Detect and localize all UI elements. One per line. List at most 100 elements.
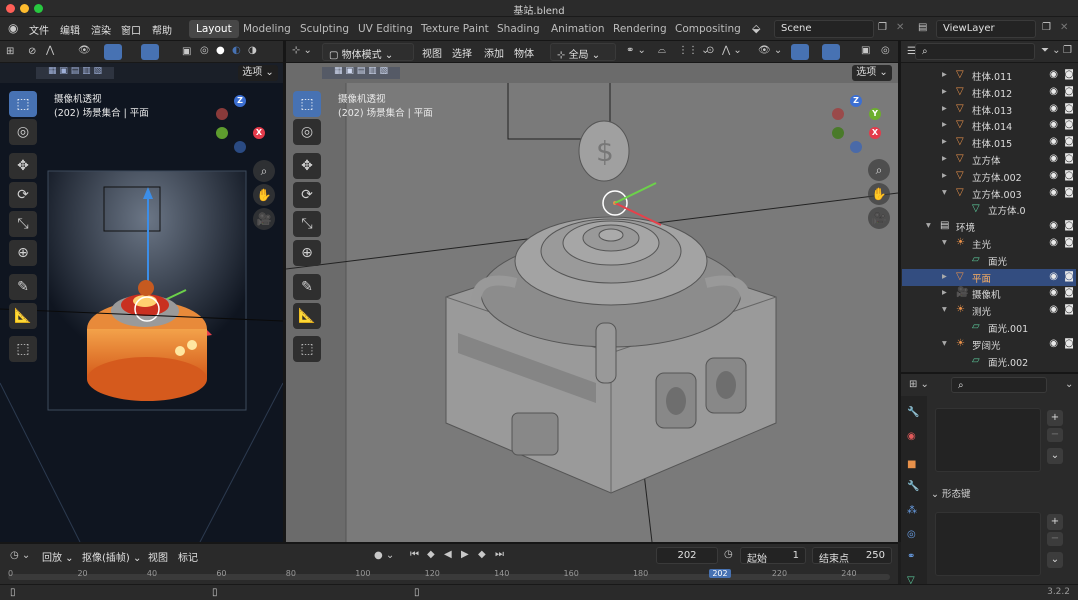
tab-animation[interactable]: Animation <box>544 20 612 38</box>
expand-arrow-icon[interactable]: ▾ <box>942 338 947 349</box>
menu-help[interactable]: 帮助 <box>152 22 172 37</box>
render-camera-icon[interactable]: ◙ <box>1064 69 1074 80</box>
menu-select[interactable]: 选择 <box>452 45 472 60</box>
gizmo-neg-x[interactable] <box>832 108 844 120</box>
outliner-row[interactable]: ▸ ▽ 平面 ◉ ◙ <box>902 268 1076 286</box>
jump-end-icon[interactable]: ⏭ <box>495 550 504 560</box>
outliner-row[interactable]: ▱ 面光.002 <box>902 353 1076 370</box>
filter-icon[interactable]: ⏷ ⌄ <box>1041 46 1061 56</box>
expand-arrow-icon[interactable]: ▾ <box>942 187 947 198</box>
scale-tool[interactable]: ⤡ <box>293 211 321 237</box>
visibility-eye-icon[interactable]: ◉ <box>1049 170 1058 181</box>
select-mode-icons[interactable]: ▦ ▣ ▤ ▥ ▧ <box>322 67 400 79</box>
remove-view-layer-icon[interactable]: ✕ <box>1060 23 1068 33</box>
render-camera-icon[interactable]: ◙ <box>1064 287 1074 298</box>
tab-texture-paint[interactable]: Texture Paint <box>414 20 496 38</box>
outliner-row[interactable]: ▱ 面光.001 <box>902 319 1076 336</box>
expand-arrow-icon[interactable]: ▸ <box>942 153 947 164</box>
visibility-eye-icon[interactable]: ◉ <box>1049 287 1058 298</box>
remove-shape-key-button[interactable]: − <box>1047 532 1063 546</box>
render-camera-icon[interactable]: ◙ <box>1064 153 1074 164</box>
render-camera-icon[interactable]: ◙ <box>1064 119 1074 130</box>
visibility-eye-icon[interactable]: ◉ <box>1049 69 1058 80</box>
visibility-eye-icon[interactable]: ◉ <box>1049 119 1058 130</box>
cursor-tool[interactable]: ◎ <box>9 119 37 145</box>
proportional-icon[interactable]: ⊙ <box>706 46 714 56</box>
render-camera-icon[interactable]: ◙ <box>1064 103 1074 114</box>
cursor-tool[interactable]: ◎ <box>293 119 321 145</box>
shape-key-menu-button[interactable]: ⌄ <box>1047 552 1063 568</box>
select-tool[interactable]: ⬚ <box>293 91 321 117</box>
outliner-row[interactable]: ▾ ▤ 环境 ◉ ◙ <box>902 218 1076 235</box>
camera-view-icon[interactable]: 🎥 <box>868 207 890 229</box>
outliner-row[interactable]: ▸ ▽ 立方体.002 ◉ ◙ <box>902 168 1076 185</box>
render-camera-icon[interactable]: ◙ <box>1064 136 1074 147</box>
render-camera-icon[interactable]: ◙ <box>1064 86 1074 97</box>
camera-view-icon[interactable]: 🎥 <box>253 208 275 230</box>
expand-arrow-icon[interactable]: ▸ <box>942 86 947 97</box>
left-options-button[interactable]: 选项 ⌄ <box>238 65 278 81</box>
outliner-row[interactable]: ▱ 面光 <box>902 252 1076 269</box>
expand-arrow-icon[interactable]: ▸ <box>942 170 947 181</box>
gizmo-y-axis[interactable]: Y <box>869 108 881 120</box>
rotate-tool[interactable]: ⟳ <box>9 182 37 208</box>
render-camera-icon[interactable]: ◙ <box>1064 187 1074 198</box>
move-tool[interactable]: ✥ <box>9 153 37 179</box>
menu-edit[interactable]: 编辑 <box>60 22 80 37</box>
overlay-toggle[interactable] <box>822 44 840 60</box>
menu-add[interactable]: 添加 <box>484 45 504 60</box>
shape-keys-header[interactable]: ⌄ 形态键 <box>931 486 971 500</box>
gizmo-neg-z[interactable] <box>850 141 862 153</box>
gizmo-x-axis[interactable]: X <box>869 127 881 139</box>
editor-type-icon[interactable]: ⊞ <box>6 47 14 57</box>
remove-scene-icon[interactable]: ✕ <box>896 23 904 33</box>
menu-window[interactable]: 窗口 <box>121 22 141 37</box>
remove-vertex-group-button[interactable]: − <box>1047 428 1063 442</box>
add-cube-tool[interactable]: ⬚ <box>293 336 321 362</box>
menu-view[interactable]: 视图 <box>422 45 442 60</box>
jump-start-icon[interactable]: ⏮ <box>410 550 419 560</box>
gizmo-z-axis[interactable]: Z <box>850 95 862 107</box>
view-layer-icon[interactable]: ▤ <box>918 23 927 33</box>
constraints-tab-icon[interactable]: ⚭ <box>907 552 915 562</box>
menu-object[interactable]: 物体 <box>514 45 534 60</box>
gizmo-x-axis[interactable]: X <box>253 127 265 139</box>
tab-uv-editing[interactable]: UV Editing <box>351 20 420 38</box>
new-view-layer-icon[interactable]: ❐ <box>1042 23 1051 33</box>
zoom-icon[interactable]: ⌕ <box>868 159 890 181</box>
menu-file[interactable]: 文件 <box>29 22 49 37</box>
outliner-row[interactable]: ▸ ▽ 柱体.012 ◉ ◙ <box>902 84 1076 101</box>
mode-select[interactable]: ▢ 物体模式 ⌄ <box>322 43 414 61</box>
expand-arrow-icon[interactable]: ▸ <box>942 119 947 130</box>
tab-compositing[interactable]: Compositing <box>668 20 748 38</box>
tab-modeling[interactable]: Modeling <box>236 20 298 38</box>
falloff-icon[interactable]: ⋀ ⌄ <box>722 46 742 56</box>
outliner-row[interactable]: ▸ ▽ 立方体 ◉ ◙ <box>902 151 1076 168</box>
gizmo-neg-y[interactable] <box>832 127 844 139</box>
vertex-group-list[interactable] <box>935 408 1041 472</box>
next-keyframe-icon[interactable]: ◆ <box>478 550 486 560</box>
render-camera-icon[interactable]: ◙ <box>1064 304 1074 315</box>
world-tab-icon[interactable]: ◉ <box>907 432 916 442</box>
outliner-row[interactable]: ▸ ▽ 柱体.015 ◉ ◙ <box>902 134 1076 151</box>
tab-layout[interactable]: Layout <box>189 20 239 38</box>
prev-keyframe-icon[interactable]: ◆ <box>427 550 435 560</box>
scale-tool[interactable]: ⤡ <box>9 211 37 237</box>
start-frame-field[interactable]: 起始 1 <box>740 547 806 565</box>
marker-menu[interactable]: 标记 <box>178 549 198 564</box>
add-vertex-group-button[interactable]: + <box>1047 410 1063 426</box>
falloff-icon[interactable]: ⋀ <box>46 46 54 56</box>
tool-tab-icon[interactable]: 🔧 <box>907 408 919 418</box>
editor-type-icon[interactable]: ◷ ⌄ <box>10 551 30 561</box>
overlay-toggle[interactable] <box>141 44 159 60</box>
clock-icon[interactable]: ◷ <box>724 550 733 560</box>
object-tab-icon[interactable]: ■ <box>907 460 916 470</box>
tab-rendering[interactable]: Rendering <box>606 20 674 38</box>
tab-sculpting[interactable]: Sculpting <box>293 20 356 38</box>
annotate-tool[interactable]: ✎ <box>9 274 37 300</box>
editor-type-icon[interactable]: ⊹ ⌄ <box>292 46 312 56</box>
pivot-icon[interactable]: ⚭ ⌄ <box>626 46 646 56</box>
visibility-eye-icon[interactable]: ◉ <box>1049 338 1058 349</box>
add-shape-key-button[interactable]: + <box>1047 514 1063 530</box>
editor-type-icon[interactable]: ⊞ ⌄ <box>909 380 929 390</box>
